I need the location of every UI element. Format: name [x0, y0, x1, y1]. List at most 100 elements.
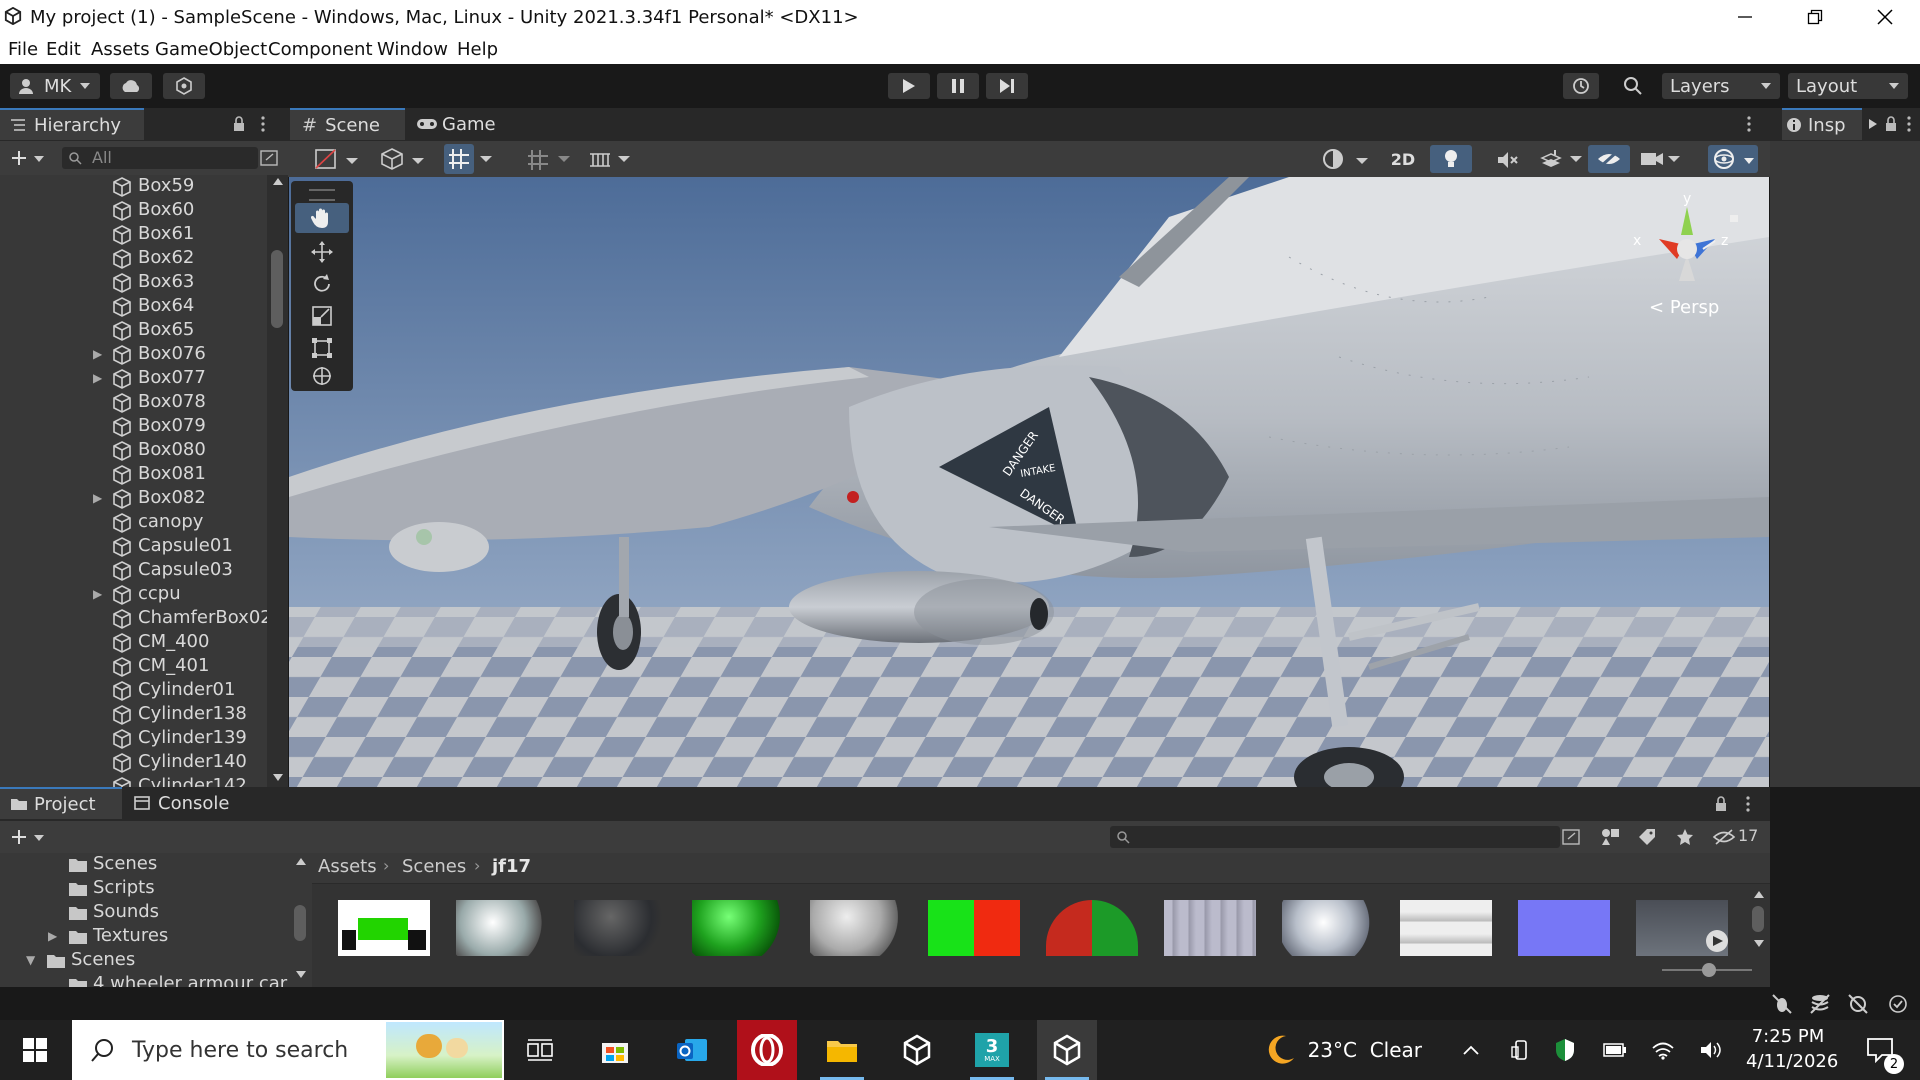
menu-help[interactable]: Help	[457, 39, 498, 60]
unity-editor-button[interactable]	[1037, 1020, 1097, 1080]
minimize-button[interactable]	[1710, 0, 1780, 34]
rotate-tool[interactable]	[295, 269, 349, 299]
menu-edit[interactable]: Edit	[46, 39, 81, 60]
filter-by-type-icon[interactable]	[1600, 828, 1620, 846]
chevron-right-icon[interactable]	[1868, 118, 1878, 130]
tab-scene[interactable]: # Scene	[290, 108, 405, 140]
folder-item[interactable]: Scripts	[0, 877, 290, 901]
create-dropdown[interactable]	[8, 147, 48, 169]
model-thumbnail[interactable]	[1636, 900, 1728, 956]
kebab-menu-icon[interactable]	[1906, 116, 1912, 132]
hierarchy-search-input[interactable]: All	[62, 147, 258, 169]
tab-hierarchy[interactable]: Hierarchy	[0, 108, 144, 140]
project-create-dropdown[interactable]	[8, 826, 48, 848]
persp-label[interactable]: < Persp	[1649, 297, 1719, 318]
pause-button[interactable]	[937, 73, 979, 99]
hierarchy-item[interactable]: ▶ Box076	[0, 343, 267, 367]
star-icon[interactable]	[1676, 828, 1694, 846]
hierarchy-item[interactable]: Box64	[0, 295, 267, 319]
hierarchy-item[interactable]: Capsule03	[0, 559, 267, 583]
hierarchy-item[interactable]: Capsule01	[0, 535, 267, 559]
notifications-button[interactable]: 2	[1850, 1020, 1910, 1080]
scene-viewport[interactable]: DANGER INTAKE DANGER y x z < Persp	[289, 177, 1769, 787]
material-thumbnail[interactable]	[1046, 900, 1138, 956]
folder-tree-scrollbar[interactable]	[290, 853, 312, 987]
expand-window-icon[interactable]	[1562, 829, 1580, 845]
chevron-down-icon[interactable]	[480, 155, 492, 163]
tab-console[interactable]: Console	[134, 787, 254, 819]
step-button[interactable]	[986, 73, 1028, 99]
breadcrumb-jf17[interactable]: jf17	[492, 856, 531, 877]
folder-item[interactable]: ▼ Scenes	[0, 949, 290, 973]
hierarchy-item[interactable]: Cylinder138	[0, 703, 267, 727]
kebab-menu-icon[interactable]	[260, 116, 266, 132]
menu-component[interactable]: Component	[268, 39, 373, 60]
asset-grid-scrollbar[interactable]	[1748, 884, 1770, 954]
breadcrumb-assets[interactable]: Assets	[318, 856, 377, 877]
unity-hub-button[interactable]	[887, 1020, 947, 1080]
hierarchy-item[interactable]: Cylinder142	[0, 775, 267, 787]
material-thumbnail[interactable]	[456, 900, 548, 956]
menu-gameobject[interactable]: GameObject	[155, 39, 267, 60]
tab-project[interactable]: Project	[0, 787, 122, 819]
folder-item[interactable]: 4 wheeler armour car	[0, 973, 290, 987]
task-view-button[interactable]	[510, 1020, 570, 1080]
render-mode-dropdown[interactable]	[380, 145, 430, 173]
hierarchy-item[interactable]: canopy	[0, 511, 267, 535]
hierarchy-item[interactable]: Cylinder140	[0, 751, 267, 775]
chevron-down-icon[interactable]	[1668, 155, 1680, 163]
slider-handle[interactable]	[1702, 963, 1716, 977]
folder-item[interactable]: Scenes	[0, 853, 290, 877]
lock-icon[interactable]	[1714, 796, 1728, 812]
material-thumbnail[interactable]	[692, 900, 784, 956]
show-hidden-icons-button[interactable]	[1456, 1020, 1486, 1080]
scroll-up-icon[interactable]	[1753, 890, 1765, 900]
collapse-arrow-icon[interactable]: ▼	[26, 953, 35, 967]
hidden-packages-toggle[interactable]: 17	[1710, 825, 1766, 849]
scroll-up-icon[interactable]	[295, 857, 307, 867]
taskbar-search-box[interactable]: Type here to search	[72, 1020, 504, 1080]
cloud-button[interactable]	[110, 73, 152, 99]
check-circle-icon[interactable]	[1888, 994, 1908, 1014]
audio-mute-icon[interactable]	[1496, 149, 1518, 171]
kebab-menu-icon[interactable]	[1745, 796, 1751, 812]
weather-widget[interactable]: 23°C Clear	[1262, 1020, 1422, 1080]
collab-button[interactable]	[163, 73, 205, 99]
scrollbar-thumb[interactable]	[294, 905, 306, 941]
hierarchy-item[interactable]: Box62	[0, 247, 267, 271]
texture-thumbnail[interactable]	[1400, 900, 1492, 956]
project-search-input[interactable]	[1110, 826, 1560, 848]
hierarchy-item[interactable]: Box60	[0, 199, 267, 223]
material-thumbnail[interactable]	[1282, 900, 1374, 956]
tray-volume-icon[interactable]	[1696, 1020, 1726, 1080]
expand-arrow-icon[interactable]: ▶	[93, 587, 102, 601]
hierarchy-item[interactable]: ChamferBox02	[0, 607, 267, 631]
menu-file[interactable]: File	[8, 39, 38, 60]
hierarchy-item[interactable]: Cylinder01	[0, 679, 267, 703]
gizmos-dropdown[interactable]	[1708, 145, 1758, 173]
expand-arrow-icon[interactable]: ▶	[93, 347, 102, 361]
asset-thumbnail[interactable]	[338, 900, 430, 956]
label-tag-icon[interactable]	[1638, 828, 1656, 846]
rect-tool[interactable]	[295, 333, 349, 363]
expand-arrow-icon[interactable]: ▶	[93, 491, 102, 505]
account-dropdown[interactable]: MK	[10, 73, 100, 99]
scrollbar-thumb[interactable]	[271, 250, 283, 328]
material-thumbnail[interactable]	[574, 900, 666, 956]
chevron-down-icon[interactable]	[618, 155, 630, 163]
expand-arrow-icon[interactable]: ▶	[93, 371, 102, 385]
hierarchy-item[interactable]: Box65	[0, 319, 267, 343]
texture-thumbnail[interactable]	[928, 900, 1020, 956]
scrollbar-thumb[interactable]	[1752, 906, 1764, 932]
hierarchy-item[interactable]: Box079	[0, 415, 267, 439]
auto-generate-lighting-icon[interactable]	[1848, 994, 1868, 1014]
grid-visibility-icon[interactable]	[588, 148, 612, 172]
tray-battery-icon[interactable]	[1600, 1020, 1630, 1080]
file-explorer-button[interactable]	[812, 1020, 872, 1080]
tab-inspector[interactable]: Insp	[1782, 108, 1862, 140]
scroll-up-icon[interactable]	[272, 177, 284, 187]
tab-game[interactable]: Game	[416, 108, 516, 140]
tray-security-icon[interactable]	[1550, 1020, 1580, 1080]
grid-snap-toggle[interactable]	[444, 144, 474, 174]
lock-icon[interactable]	[1884, 116, 1898, 132]
